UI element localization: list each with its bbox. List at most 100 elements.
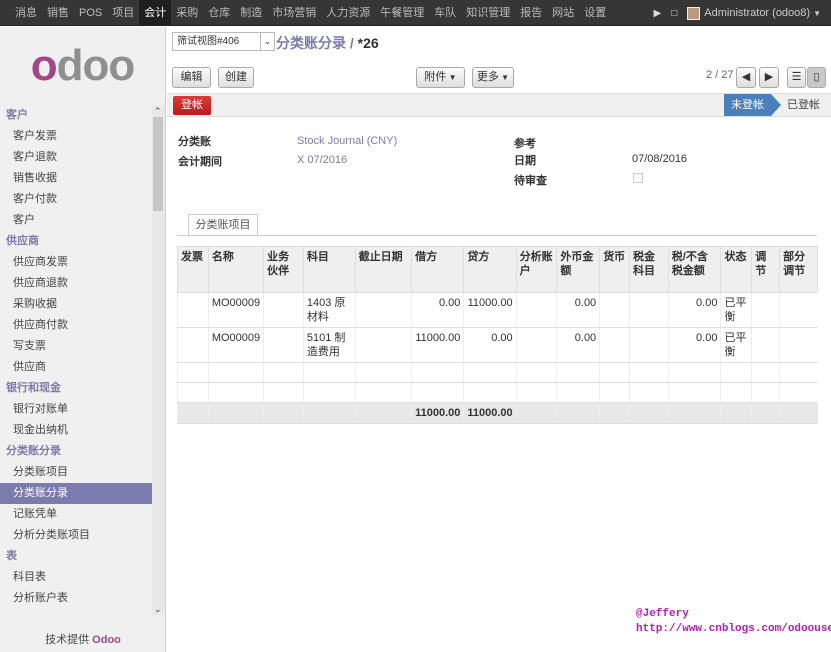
empty-cell [629, 382, 669, 403]
date-field[interactable]: 07/08/2016 [632, 153, 687, 165]
sidebar-scrollbar[interactable] [152, 105, 165, 615]
period-field[interactable]: X 07/2016 [297, 154, 347, 166]
breadcrumb-link[interactable]: 分类账分录 [276, 35, 346, 51]
sidebar-item[interactable]: 供应商发票 [0, 252, 152, 273]
journal-field[interactable]: Stock Journal (CNY) [297, 135, 397, 147]
cell-analytic [515, 292, 557, 328]
column-header[interactable]: 发票 [177, 246, 209, 293]
top-menu-item[interactable]: 知识管理 [461, 0, 515, 26]
column-header[interactable]: 借方 [411, 246, 465, 293]
powered-by-brand[interactable]: Odoo [92, 634, 121, 646]
column-header[interactable]: 科目 [302, 246, 356, 293]
next-record-button[interactable]: ▶ [759, 67, 779, 88]
stage-unposted[interactable]: 未登帐 [724, 94, 781, 116]
top-menu-item[interactable]: 会计 [139, 0, 172, 26]
column-header[interactable]: 名称 [207, 246, 265, 293]
watermark-author: @Jeffery [636, 608, 689, 620]
attachment-dropdown[interactable]: 附件 ▼ [416, 67, 465, 88]
column-header[interactable]: 贷方 [463, 246, 517, 293]
sidebar-item[interactable]: 分析账户表 [0, 588, 152, 609]
sidebar-item[interactable]: 分类账项目 [0, 462, 152, 483]
post-button[interactable]: 登帐 [173, 96, 211, 115]
top-menu-item[interactable]: 市场营销 [267, 0, 321, 26]
top-menu-item[interactable]: 人力资源 [321, 0, 375, 26]
column-header[interactable]: 税金科目 [629, 246, 669, 293]
review-checkbox[interactable] [633, 173, 643, 183]
tab-divider [177, 235, 817, 236]
column-header[interactable]: 货币 [599, 246, 631, 293]
column-header[interactable]: 分析账户 [515, 246, 558, 293]
chevron-down-icon[interactable]: ▼ [813, 9, 821, 18]
empty-row [177, 382, 818, 403]
tab-journal-items[interactable]: 分类账项目 [188, 214, 258, 236]
table-row[interactable]: MO00009 5101 制造费用 11000.00 0.00 0.00 0.00 已平衡 [177, 327, 818, 363]
sidebar-item[interactable]: 科目表 [0, 567, 152, 588]
cell-tax-code [629, 292, 669, 328]
form-view-button[interactable]: ▯ [807, 67, 826, 88]
table-row[interactable]: MO00009 1403 原材料 0.00 11000.00 0.00 0.00 已平衡 [177, 292, 818, 328]
empty-cell [599, 362, 630, 383]
top-menu-item[interactable]: 销售 [42, 0, 74, 26]
totals-cell [515, 402, 557, 424]
totals-cell [556, 402, 600, 424]
top-menu-item[interactable]: 车队 [429, 0, 461, 26]
scrollbar-thumb[interactable] [153, 117, 163, 211]
top-menu-item[interactable]: 仓库 [203, 0, 235, 26]
sidebar-item[interactable]: 客户 [0, 210, 152, 231]
user-menu[interactable]: Administrator (odoo8) [704, 7, 810, 19]
ref-label: 参考 [514, 138, 536, 150]
top-menu-item[interactable]: 消息 [10, 0, 42, 26]
column-header[interactable]: 调节 [751, 246, 781, 293]
chat-icon[interactable]: □ [671, 8, 677, 19]
empty-cell [751, 382, 780, 403]
list-view-button[interactable]: ☰ [787, 67, 806, 88]
column-header[interactable]: 业务伙伴 [263, 246, 304, 293]
stage-posted[interactable]: 已登帐 [787, 94, 820, 116]
sidebar-item[interactable]: 客户退款 [0, 147, 152, 168]
top-menu-item[interactable]: 项目 [107, 0, 139, 26]
top-menu-item[interactable]: 采购 [171, 0, 203, 26]
top-menu-item[interactable]: 午餐管理 [375, 0, 429, 26]
sidebar-item[interactable]: 供应商 [0, 357, 152, 378]
sidebar-item[interactable]: 银行对账单 [0, 399, 152, 420]
volume-icon[interactable]: ▶ [654, 8, 662, 19]
chevron-down-icon[interactable]: ⌄ [260, 33, 274, 50]
avatar[interactable] [687, 6, 701, 20]
sidebar-item[interactable]: 客户付款 [0, 189, 152, 210]
view-selector[interactable]: 筛试视图#406 ⌄ [172, 32, 275, 51]
top-menu-item[interactable]: 报告 [515, 0, 547, 26]
create-button[interactable]: 创建 [218, 67, 254, 88]
cell-partner [263, 292, 304, 328]
scroll-down-icon[interactable]: ⌄ [154, 604, 162, 615]
edit-button[interactable]: 编辑 [172, 67, 211, 88]
column-header[interactable]: 外币金额 [556, 246, 601, 293]
top-menu-item[interactable]: 网站 [547, 0, 579, 26]
top-menu-item[interactable]: 设置 [579, 0, 611, 26]
column-header[interactable]: 税/不含税金额 [667, 246, 722, 293]
sidebar-item[interactable]: 分类账分录 [0, 483, 152, 504]
sidebar-item[interactable]: 分析分类账项目 [0, 525, 152, 546]
scroll-up-icon[interactable]: ⌃ [154, 106, 162, 117]
sidebar-section: 分类账分录 [6, 445, 61, 457]
column-header[interactable]: 截止日期 [354, 246, 413, 293]
top-menu-item[interactable]: 制造 [235, 0, 267, 26]
sidebar-item[interactable]: 供应商退款 [0, 273, 152, 294]
cell-partial-rec [779, 292, 818, 328]
empty-cell [556, 362, 600, 383]
sidebar-item[interactable]: 供应商付款 [0, 315, 152, 336]
column-header[interactable]: 状态 [720, 246, 753, 293]
column-header[interactable]: 部分调节 [779, 246, 818, 293]
sidebar-item[interactable]: 记账凭单 [0, 504, 152, 525]
sidebar-item[interactable]: 客户发票 [0, 126, 152, 147]
empty-cell [177, 382, 209, 403]
more-dropdown[interactable]: 更多 ▼ [472, 67, 514, 88]
sidebar-item[interactable]: 写支票 [0, 336, 152, 357]
odoo-logo[interactable]: odoo [0, 27, 165, 105]
top-menu-item[interactable]: POS [74, 0, 107, 26]
prev-record-button[interactable]: ◀ [736, 67, 756, 88]
cell-debit: 11000.00 [411, 327, 464, 363]
sidebar-section: 表 [6, 550, 17, 562]
sidebar-item[interactable]: 销售收据 [0, 168, 152, 189]
sidebar-item[interactable]: 采购收据 [0, 294, 152, 315]
sidebar-item[interactable]: 现金出纳机 [0, 420, 152, 441]
